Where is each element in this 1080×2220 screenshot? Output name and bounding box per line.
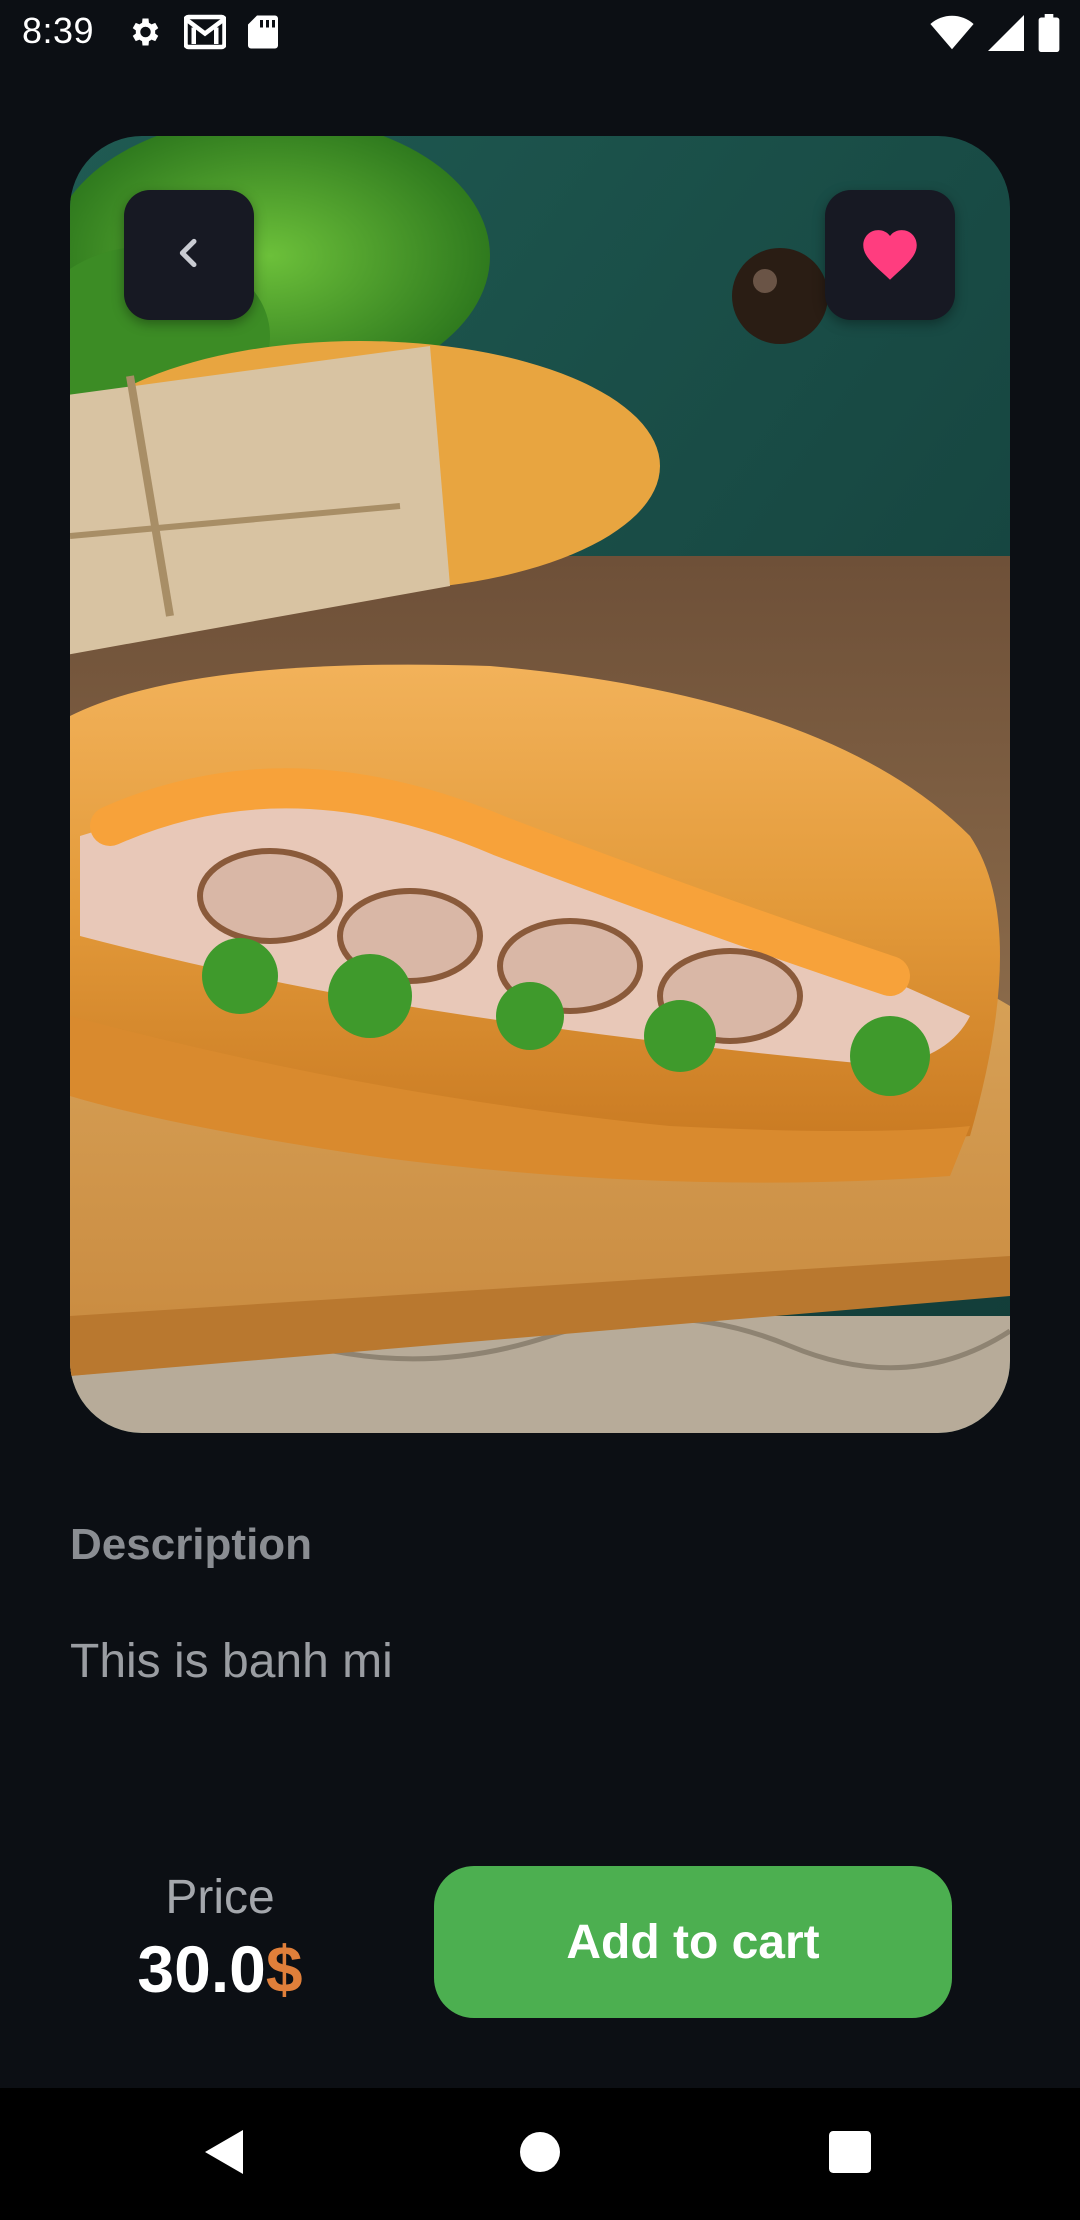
nav-recents-button[interactable] [815,2088,885,2220]
price-amount: 30.0 [137,1932,266,2006]
nav-back-button[interactable] [190,2088,260,2220]
heart-icon [859,225,921,286]
back-button[interactable] [124,190,254,320]
price-currency: $ [265,1932,303,2006]
status-bar: 8:39 [0,0,1080,64]
chevron-left-icon [169,233,209,278]
recents-square-icon [829,2130,871,2178]
back-triangle-icon [203,2128,247,2181]
product-detail-screen: 8:39 Description This is banh mi Price 3… [0,0,1080,2220]
status-icons-right [930,14,1060,57]
price-value: 30.0$ [100,1931,340,2007]
signal-icon [988,15,1024,56]
status-time: 8:39 [22,10,95,51]
price-block: Price 30.0$ [100,1870,340,2007]
nav-home-button[interactable] [505,2088,575,2220]
description-text: This is banh mi [70,1635,393,1688]
wifi-icon [930,15,974,56]
battery-icon [1038,14,1060,57]
favorite-button[interactable] [825,190,955,320]
price-label: Price [165,1871,275,1924]
banh-mi-photo [70,136,1010,1433]
sd-card-icon [248,14,278,55]
settings-icon [126,14,162,55]
system-nav-bar [0,2088,1080,2220]
status-icons-left [126,14,278,55]
home-circle-icon [518,2130,562,2179]
add-to-cart-button[interactable]: Add to cart [434,1866,952,2018]
gmail-icon [183,14,227,55]
description-title: Description [70,1520,313,1569]
